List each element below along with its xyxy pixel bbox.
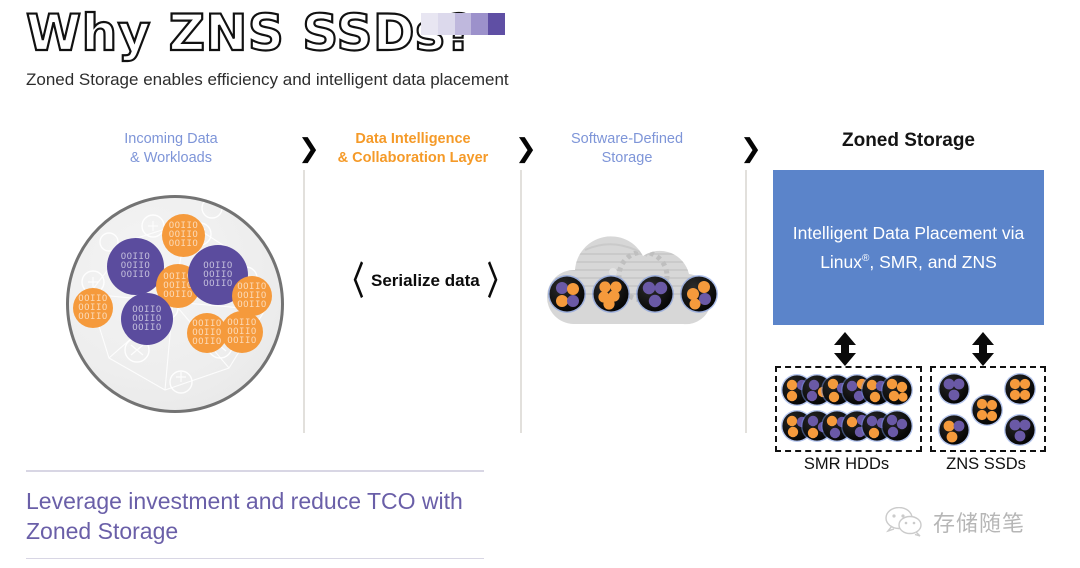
column-divider-1 bbox=[303, 170, 305, 433]
slide-root: Why ZNS SSDs? Zoned Storage enables effi… bbox=[0, 0, 1080, 568]
chevron-right-icon-3: ❯ bbox=[740, 134, 762, 164]
stage-label-zoned-storage: Zoned Storage bbox=[841, 130, 975, 151]
zns-disk-group bbox=[938, 373, 1036, 446]
stage-label-data-intelligence: Data Intelligence & Collaboration Layer bbox=[337, 131, 489, 166]
serialize-data-badge: 〈 Serialize data 〉 bbox=[333, 259, 518, 303]
bracket-right-icon: 〉 bbox=[486, 259, 511, 303]
chevron-right-icon-2: ❯ bbox=[515, 134, 537, 164]
page-title: Why ZNS SSDs? bbox=[25, 3, 476, 63]
data-bubble: OOIIO OOIIO OOIIO bbox=[73, 288, 113, 328]
data-bubble: OOIIO OOIIO OOIIO bbox=[232, 276, 272, 316]
gradient-swatch-5 bbox=[488, 13, 505, 35]
intelligent-data-placement-box: Intelligent Data Placement via Linux®, S… bbox=[773, 170, 1044, 325]
intelligent-data-placement-text: Intelligent Data Placement via Linux®, S… bbox=[792, 222, 1025, 272]
zns-ssd-box bbox=[930, 366, 1046, 452]
data-bubble: OOIIO OOIIO OOIIO bbox=[221, 311, 263, 353]
stage-label-incoming-data: Incoming Data & Workloads bbox=[124, 131, 218, 166]
double-arrow-icon-smr bbox=[834, 332, 856, 366]
gradient-accent-bar bbox=[421, 13, 505, 35]
chevron-right-icon-1: ❯ bbox=[298, 134, 320, 164]
wechat-icon bbox=[885, 507, 922, 537]
footer-text: Leverage investment and reduce TCO with … bbox=[26, 487, 463, 544]
page-subtitle: Zoned Storage enables efficiency and int… bbox=[26, 70, 509, 89]
smr-hdd-box bbox=[775, 366, 922, 452]
column-divider-2 bbox=[520, 170, 522, 433]
footer-rule-bottom bbox=[26, 557, 484, 559]
smr-hdd-label: SMR HDDs bbox=[803, 455, 890, 473]
stage-label-software-defined-storage: Software-Defined Storage bbox=[570, 131, 684, 166]
gradient-swatch-4 bbox=[471, 13, 489, 35]
bracket-left-icon: 〈 bbox=[340, 259, 364, 303]
smr-disk-stack bbox=[781, 374, 913, 442]
gradient-swatch-2 bbox=[437, 13, 455, 35]
watermark-text: 存储随笔 bbox=[933, 512, 1026, 537]
footer-block: Leverage investment and reduce TCO with … bbox=[26, 470, 484, 559]
double-arrow-icon-zns bbox=[972, 332, 994, 366]
watermark: 存储随笔 bbox=[885, 506, 1025, 538]
gradient-swatch-3 bbox=[454, 13, 472, 35]
data-bubble: OOIIO OOIIO OOIIO bbox=[121, 293, 173, 345]
serialize-data-label: Serialize data bbox=[371, 271, 480, 291]
column-divider-3 bbox=[745, 170, 747, 433]
software-defined-cloud bbox=[525, 232, 735, 342]
cloud-icon bbox=[546, 236, 718, 325]
gradient-swatch-1 bbox=[421, 13, 438, 35]
incoming-data-circle: OOIIO OOIIO OOIIO OOIIO OOIIO OOIIO OOII… bbox=[66, 195, 284, 413]
zns-ssd-label: ZNS SSDs bbox=[946, 455, 1026, 473]
